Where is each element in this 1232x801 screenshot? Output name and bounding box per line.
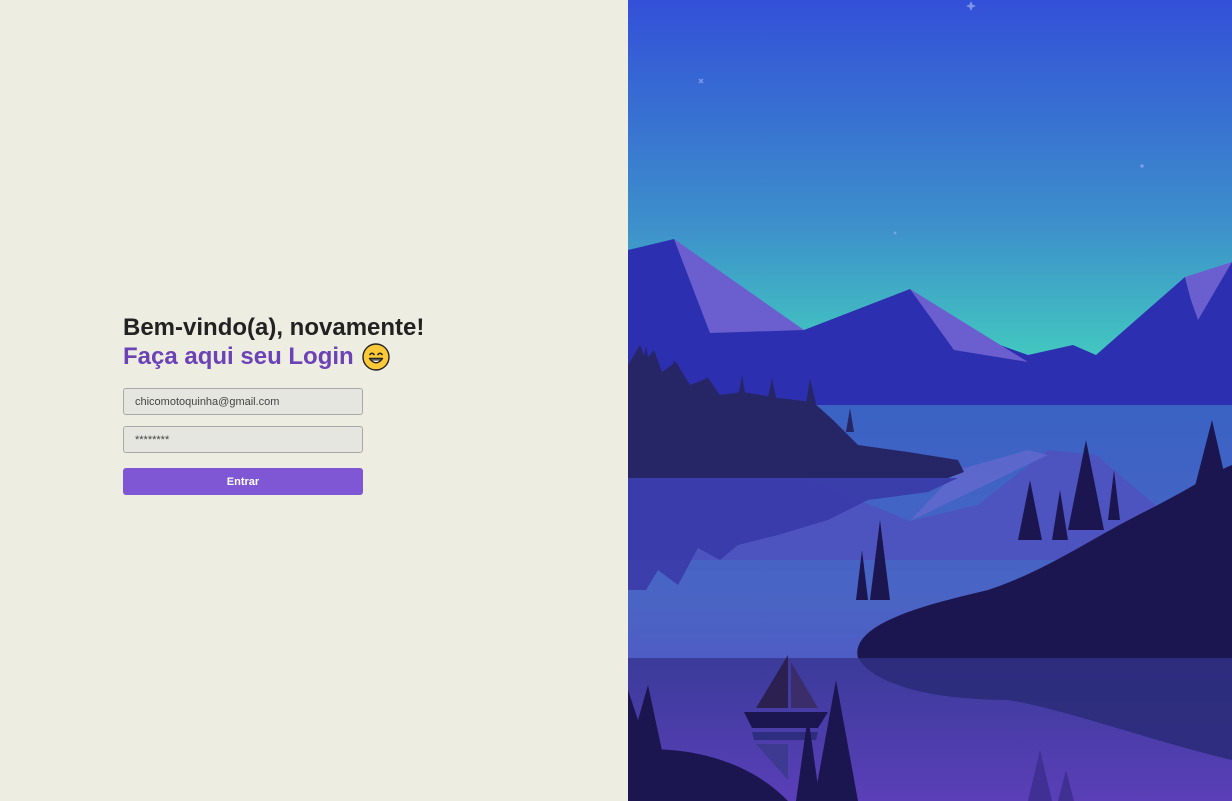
login-panel: Bem-vindo(a), novamente! Faça aqui seu L…: [0, 0, 628, 801]
welcome-heading: Bem-vindo(a), novamente!: [123, 314, 425, 341]
grinning-face-icon: [362, 343, 390, 371]
login-form: Bem-vindo(a), novamente! Faça aqui seu L…: [123, 313, 443, 495]
password-field[interactable]: [123, 426, 363, 453]
email-field[interactable]: [123, 388, 363, 415]
login-subheading-text: Faça aqui seu Login: [123, 343, 354, 370]
login-button[interactable]: Entrar: [123, 468, 363, 495]
landscape-illustration: [628, 0, 1232, 801]
landscape-svg: [628, 0, 1232, 801]
login-subheading: Faça aqui seu Login: [123, 342, 443, 372]
